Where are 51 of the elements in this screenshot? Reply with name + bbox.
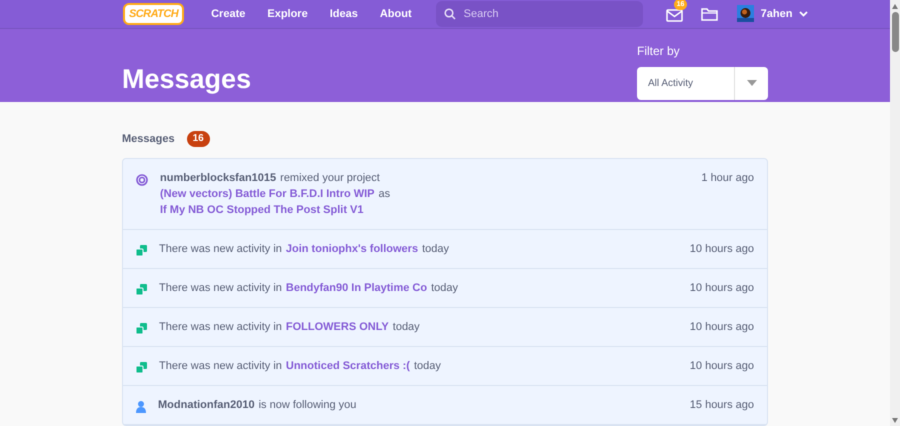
message-text: There was new activity in — [159, 320, 282, 335]
message-text: There was new activity in — [159, 281, 282, 296]
messages-heading: Messages — [122, 132, 175, 146]
message-text: is now following you — [258, 398, 356, 413]
message-text: remixed your project — [280, 171, 380, 186]
filter-dropdown[interactable]: All Activity — [637, 66, 768, 100]
username-link[interactable]: numberblocksfan1015 — [160, 170, 276, 186]
nav-link[interactable]: Explore — [256, 6, 319, 22]
project-link[interactable]: Unnoticed Scratchers :( — [286, 358, 410, 374]
project-link[interactable]: If My NB OC Stopped The Post Split V1 — [160, 202, 364, 218]
folder-icon[interactable] — [700, 6, 718, 21]
message-text: There was new activity in — [159, 242, 282, 257]
search-icon — [444, 8, 456, 20]
project-link[interactable]: (New vectors) Battle For B.F.D.I Intro WIP — [160, 186, 375, 202]
message-text: today — [422, 242, 449, 257]
search-field[interactable]: Search — [436, 0, 643, 27]
envelope-icon[interactable] — [666, 9, 683, 22]
project-link[interactable]: FOLLOWERS ONLY — [286, 319, 389, 335]
nav-link[interactable]: About — [368, 6, 423, 22]
stacked-squares-icon — [136, 284, 147, 295]
stacked-squares-icon — [136, 245, 147, 256]
caret-icon — [746, 80, 756, 86]
stacked-squares-icon — [136, 362, 147, 373]
scrollbar-thumb[interactable] — [892, 12, 898, 52]
message-text: today — [392, 320, 420, 335]
stacked-squares-icon — [136, 323, 147, 334]
message-text: as — [378, 187, 390, 202]
timestamp: 10 hours ago — [690, 281, 754, 296]
timestamp: 10 hours ago — [690, 320, 754, 335]
person-icon — [136, 401, 146, 413]
project-link[interactable]: Join toniophx's followers — [286, 241, 418, 257]
message-text: today — [414, 359, 441, 374]
message-text: There was new activity in — [159, 359, 282, 374]
timestamp: 1 hour ago — [701, 171, 754, 186]
page-title: Messages — [122, 62, 252, 96]
nav-link[interactable]: Create — [200, 6, 256, 22]
scroll-down-arrow-icon[interactable] — [892, 418, 898, 423]
message-text: today — [431, 281, 458, 296]
scroll-up-arrow-icon[interactable] — [892, 4, 898, 9]
project-link[interactable]: Bendyfan90 In Playtime Co — [286, 280, 428, 296]
username-link[interactable]: Modnationfan2010 — [158, 397, 255, 413]
count-badge: 16 — [186, 130, 210, 147]
timestamp: 15 hours ago — [690, 398, 754, 413]
spiral-icon — [136, 174, 148, 186]
nav-link[interactable]: Ideas — [318, 6, 369, 22]
timestamp: 10 hours ago — [690, 359, 754, 374]
filter-label: Filter by — [637, 42, 681, 60]
chevron-down-icon[interactable] — [799, 10, 808, 17]
timestamp: 10 hours ago — [690, 242, 754, 257]
scrollbar[interactable] — [890, 0, 900, 426]
username[interactable]: 7ahen — [760, 6, 792, 22]
